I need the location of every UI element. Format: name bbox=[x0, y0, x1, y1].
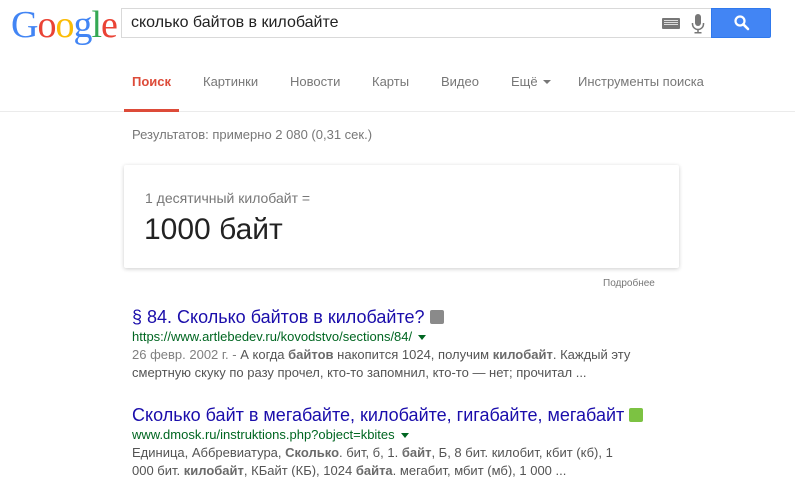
snippet-line: 26 февр. 2002 г. - А когда байтов накопи… bbox=[132, 346, 652, 364]
tab-video[interactable]: Видео bbox=[441, 74, 479, 89]
result-title-link[interactable]: § 84. Сколько байтов в килобайте? bbox=[132, 306, 692, 328]
snippet-text: . Каждый эту bbox=[552, 347, 631, 362]
search-box bbox=[121, 8, 711, 38]
answer-value: 1000 байт bbox=[144, 213, 283, 246]
snippet-text: Единица, Аббревиатура, bbox=[132, 445, 286, 460]
snippet-highlight: байта bbox=[355, 463, 393, 477]
snippet-date: 26 февр. 2002 г. - bbox=[132, 347, 241, 362]
snippet-text: А когда bbox=[240, 347, 289, 362]
logo-letter: G bbox=[11, 4, 38, 46]
nav-tabs: Поиск Картинки Новости Карты Видео Ещё И… bbox=[0, 52, 795, 112]
result-title-text: § 84. Сколько байтов в килобайте? bbox=[132, 307, 425, 327]
snippet-text: . мегабит, мбит (мб), 1 000 ... bbox=[392, 463, 567, 477]
active-tab-underline bbox=[124, 109, 179, 112]
result-stats: Результатов: примерно 2 080 (0,31 сек.) bbox=[132, 127, 373, 142]
site-badge-icon bbox=[629, 408, 644, 422]
microphone-icon[interactable] bbox=[691, 14, 705, 34]
keyboard-icon[interactable] bbox=[662, 18, 680, 29]
snippet-line: 000 бит. килобайт, КБайт (КБ), 1024 байт… bbox=[132, 462, 652, 477]
header: Google bbox=[0, 0, 795, 52]
snippet-highlight: байт bbox=[401, 445, 432, 460]
logo-letter: o bbox=[37, 4, 56, 46]
result-url: www.dmosk.ru/instruktions.php?object=kbi… bbox=[132, 426, 692, 444]
search-result: § 84. Сколько байтов в килобайте? https:… bbox=[132, 306, 692, 382]
tab-news[interactable]: Новости bbox=[290, 74, 340, 89]
url-menu-caret-icon[interactable] bbox=[418, 335, 427, 341]
search-input[interactable] bbox=[131, 9, 651, 37]
logo-letter: l bbox=[91, 4, 102, 46]
tab-images[interactable]: Картинки bbox=[203, 74, 258, 89]
tab-search-tools[interactable]: Инструменты поиска bbox=[578, 74, 704, 89]
result-title-link[interactable]: Сколько байт в мегабайте, килобайте, гиг… bbox=[132, 404, 692, 426]
snippet-line: Единица, Аббревиатура, Сколько. бит, б, … bbox=[132, 444, 652, 462]
snippet-text: . бит, б, 1. bbox=[339, 445, 402, 460]
snippet-highlight: килобайт bbox=[492, 347, 553, 362]
snippet-text: смертную скуку по разу прочел, кто-то за… bbox=[132, 365, 587, 380]
search-result: Сколько байт в мегабайте, килобайте, гиг… bbox=[132, 404, 692, 477]
snippet-line: смертную скуку по разу прочел, кто-то за… bbox=[132, 364, 652, 382]
result-snippet: Единица, Аббревиатура, Сколько. бит, б, … bbox=[132, 444, 652, 477]
result-url-text: www.dmosk.ru/instruktions.php?object=kbi… bbox=[132, 427, 395, 442]
logo-letter: e bbox=[101, 4, 118, 46]
result-title-text: Сколько байт в мегабайте, килобайте, гиг… bbox=[132, 405, 625, 425]
logo-letter: g bbox=[73, 4, 92, 46]
snippet-text: накопится 1024, получим bbox=[333, 347, 493, 362]
snippet-highlight: байтов bbox=[288, 347, 334, 362]
snippet-highlight: килобайт bbox=[183, 463, 244, 477]
search-button[interactable] bbox=[711, 8, 771, 38]
site-badge-icon bbox=[429, 310, 444, 324]
tab-more[interactable]: Ещё bbox=[511, 74, 551, 89]
tab-maps[interactable]: Карты bbox=[372, 74, 409, 89]
answer-card: 1 десятичный килобайт = 1000 байт bbox=[124, 165, 679, 268]
logo-letter: o bbox=[55, 4, 74, 46]
url-menu-caret-icon[interactable] bbox=[400, 433, 409, 439]
snippet-text: , Б, 8 бит. килобит, кбит (кб), 1 bbox=[431, 445, 613, 460]
result-url-text: https://www.artlebedev.ru/kovodstvo/sect… bbox=[132, 329, 413, 344]
search-icon bbox=[734, 15, 750, 31]
more-info-link[interactable]: Подробнее bbox=[603, 278, 655, 289]
tab-search[interactable]: Поиск bbox=[132, 74, 171, 89]
snippet-highlight: Сколько bbox=[285, 445, 340, 460]
snippet-text: , КБайт (КБ), 1024 bbox=[243, 463, 356, 477]
snippet-text: 000 бит. bbox=[132, 463, 184, 477]
answer-label: 1 десятичный килобайт = bbox=[145, 190, 311, 206]
chevron-down-icon bbox=[542, 79, 551, 84]
result-url: https://www.artlebedev.ru/kovodstvo/sect… bbox=[132, 328, 692, 346]
result-snippet: 26 февр. 2002 г. - А когда байтов накопи… bbox=[132, 346, 652, 382]
google-logo[interactable]: Google bbox=[11, 4, 118, 46]
tab-more-label: Ещё bbox=[511, 74, 538, 89]
